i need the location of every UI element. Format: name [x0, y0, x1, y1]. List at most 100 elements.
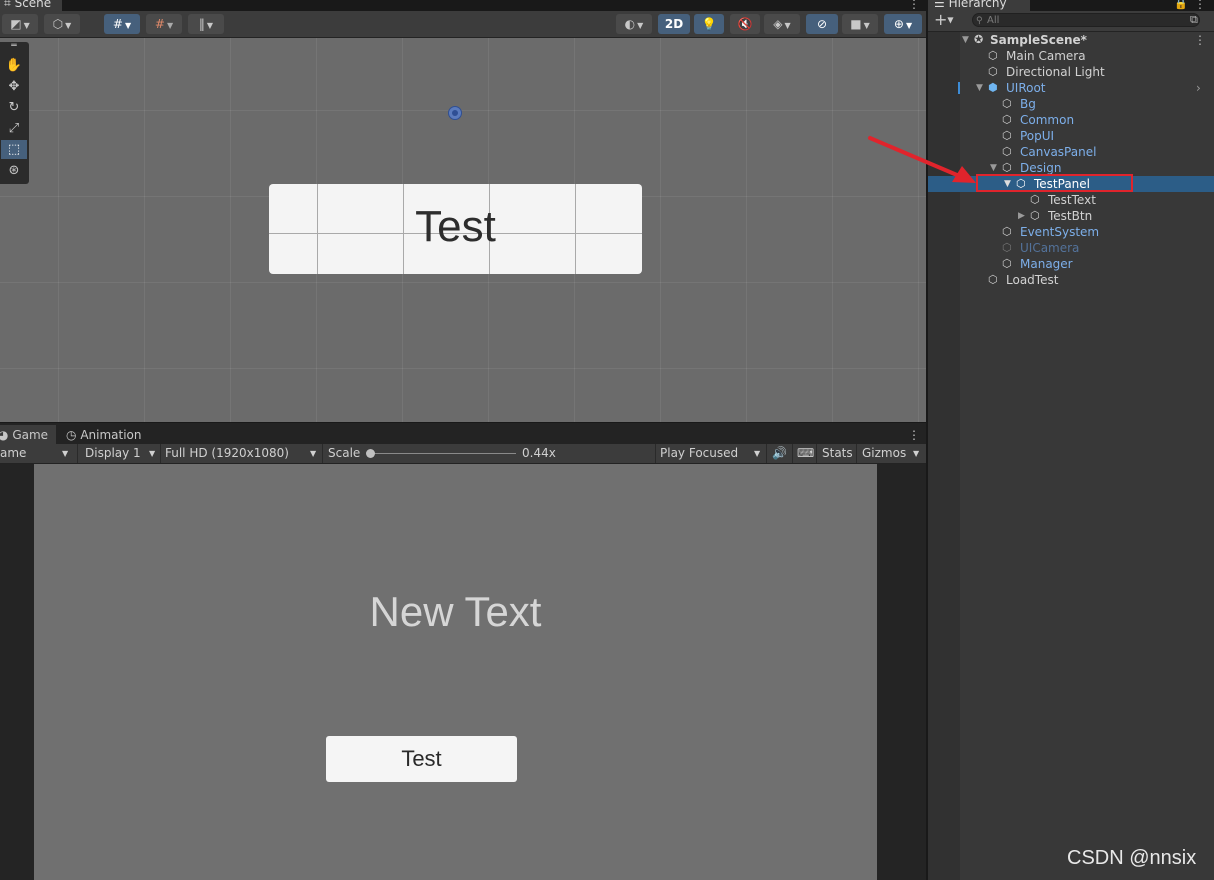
expand-arrow-icon: ▼: [962, 35, 969, 45]
annotation-highlight-box: [976, 174, 1133, 192]
rect-tool-icon[interactable]: ⬚: [1, 140, 27, 159]
hierarchy-item-popui[interactable]: ⬡ PopUI: [960, 128, 1214, 144]
tab-game[interactable]: ◕ Game: [0, 425, 56, 445]
drag-handle[interactable]: ═: [1, 42, 27, 51]
hierarchy-item-label: Main Camera: [1006, 49, 1086, 63]
effects-dropdown[interactable]: ◈ ▼: [764, 14, 800, 34]
hierarchy-item-label: TestText: [1048, 193, 1096, 207]
more-options-icon[interactable]: ⋮: [908, 425, 920, 445]
prefab-cube-icon: ⬢: [988, 81, 998, 94]
cube-icon: ⬡: [52, 17, 64, 31]
hierarchy-item-main-camera[interactable]: ⬡ Main Camera: [960, 48, 1214, 64]
hand-tool-icon[interactable]: ✋: [1, 56, 27, 75]
hierarchy-item-directional-light[interactable]: ⬡ Directional Light: [960, 64, 1214, 80]
chevron-down-icon: ▼: [784, 21, 791, 30]
camera-gizmo-icon[interactable]: [448, 106, 462, 120]
hierarchy-item-common[interactable]: ⬡ Common: [960, 112, 1214, 128]
hierarchy-item-testtext[interactable]: ⬡ TestText: [960, 192, 1214, 208]
scene-tab-label: Scene: [14, 0, 52, 10]
gameobject-cube-icon: ⬡: [1002, 113, 1012, 126]
hierarchy-item-uicamera[interactable]: ⬡ UICamera: [960, 240, 1214, 256]
keyboard-icon[interactable]: ⌨: [797, 444, 814, 463]
scene-test-text: Test: [415, 202, 496, 251]
more-options-icon[interactable]: ⋮: [1194, 32, 1206, 48]
camera-dropdown[interactable]: ■ ▼: [842, 14, 878, 34]
draw-mode-dropdown[interactable]: ◩ ▼: [2, 14, 38, 34]
hierarchy-item-loadtest[interactable]: ⬡ LoadTest: [960, 272, 1214, 288]
grid-snapping-toggle[interactable]: # ▼: [104, 14, 140, 34]
ruler-icon: ‖: [198, 17, 205, 31]
gameobject-cube-icon: ⬡: [988, 273, 998, 286]
gizmos-button[interactable]: Gizmos ▼: [862, 444, 924, 463]
tab-scene[interactable]: ⌗ Scene: [0, 0, 62, 11]
scene-row[interactable]: ▼ ✪ SampleScene* ⋮: [960, 32, 1214, 48]
lighting-toggle[interactable]: 💡: [694, 14, 724, 34]
chevron-down-icon: ▼: [166, 21, 174, 30]
add-button[interactable]: +▼: [934, 11, 954, 30]
hierarchy-item-uiroot[interactable]: ▼ ⬢ UIRoot ›: [958, 80, 1214, 96]
scale-slider-knob[interactable]: [366, 449, 375, 458]
eye-slash-icon: ⊘: [816, 17, 828, 31]
ruler-dropdown[interactable]: ‖ ▼: [188, 14, 224, 34]
2d-toggle[interactable]: 2D: [658, 14, 690, 34]
scale-slider-track[interactable]: [370, 453, 516, 454]
speaker-icon[interactable]: 🔊: [772, 444, 787, 463]
gameobject-cube-icon: ⬡: [1002, 145, 1012, 158]
resolution-dropdown[interactable]: Full HD (1920x1080) ▼: [165, 444, 320, 463]
search-options-icon[interactable]: ⧉: [1190, 13, 1198, 27]
list-icon: ☰: [934, 0, 949, 10]
gameobject-cube-icon: ⬡: [988, 49, 998, 62]
scene-visibility-toggle[interactable]: ⊘: [806, 14, 838, 34]
hierarchy-toolbar: +▼ ⚲ All ⧉: [928, 11, 1214, 32]
scale-label: Scale: [328, 446, 361, 460]
more-options-icon[interactable]: ⋮: [908, 0, 920, 11]
stats-button[interactable]: Stats: [822, 444, 853, 463]
hierarchy-item-label: Manager: [1020, 257, 1073, 271]
play-mode-dropdown[interactable]: Play Focused ▼: [660, 444, 764, 463]
divider: [160, 444, 161, 463]
hierarchy-item-canvaspanel[interactable]: ⬡ CanvasPanel: [960, 144, 1214, 160]
lightbulb-icon: 💡: [701, 17, 717, 31]
move-tool-icon[interactable]: ✥: [1, 77, 27, 96]
grid-snap-icon: #: [112, 17, 123, 31]
render-mode-dropdown[interactable]: ⬡ ▼: [44, 14, 80, 34]
hierarchy-search-input[interactable]: ⚲ All: [972, 13, 1200, 27]
display-dropdown[interactable]: Display 1 ▼: [85, 444, 157, 463]
chevron-down-icon: ▼: [206, 21, 214, 30]
divider: [322, 444, 323, 463]
display-label: Display 1: [85, 446, 141, 460]
divider: [655, 444, 656, 463]
gameobject-cube-icon: ⬡: [1002, 257, 1012, 270]
prefab-marker: [958, 82, 960, 94]
gizmos-dropdown[interactable]: ⊕ ▼: [884, 14, 922, 34]
resolution-label: Full HD (1920x1080): [165, 446, 289, 460]
rotate-tool-icon[interactable]: ↻: [1, 98, 27, 117]
tab-animation[interactable]: ◷ Animation: [66, 425, 142, 445]
chevron-down-icon: ▼: [863, 21, 870, 30]
annotation-arrow-icon: [868, 136, 976, 183]
hierarchy-item-bg[interactable]: ⬡ Bg: [960, 96, 1214, 112]
layers-icon: ◈: [773, 17, 783, 31]
lock-icon[interactable]: 🔒: [1174, 0, 1188, 10]
chevron-right-icon[interactable]: ›: [1196, 80, 1201, 96]
view-mode-dropdown[interactable]: ame ▼: [0, 444, 74, 463]
chevron-down-icon: ▼: [310, 449, 317, 458]
hierarchy-item-testbtn[interactable]: ▶ ⬡ TestBtn: [960, 208, 1214, 224]
game-test-button[interactable]: Test: [326, 736, 517, 782]
more-options-icon[interactable]: ⋮: [1194, 0, 1206, 11]
hierarchy-item-label: UIRoot: [1006, 81, 1046, 95]
search-icon: ⚲: [976, 16, 983, 26]
hierarchy-item-label: CanvasPanel: [1020, 145, 1097, 159]
scene-icon: ⌗: [4, 0, 15, 10]
audio-toggle[interactable]: 🔇: [730, 14, 760, 34]
scale-tool-icon[interactable]: ⤢: [1, 119, 27, 138]
divider: [792, 444, 793, 463]
chevron-down-icon: ▼: [124, 21, 132, 30]
increment-snap-dropdown[interactable]: # ▼: [146, 14, 182, 34]
hierarchy-item-label: PopUI: [1020, 129, 1055, 143]
hierarchy-item-manager[interactable]: ⬡ Manager: [960, 256, 1214, 272]
hierarchy-item-eventsystem[interactable]: ⬡ EventSystem: [960, 224, 1214, 240]
transform-tool-icon[interactable]: ⊛: [1, 161, 27, 180]
shading-dropdown[interactable]: ◐ ▼: [616, 14, 652, 34]
game-view[interactable]: New Text Test: [0, 464, 926, 880]
